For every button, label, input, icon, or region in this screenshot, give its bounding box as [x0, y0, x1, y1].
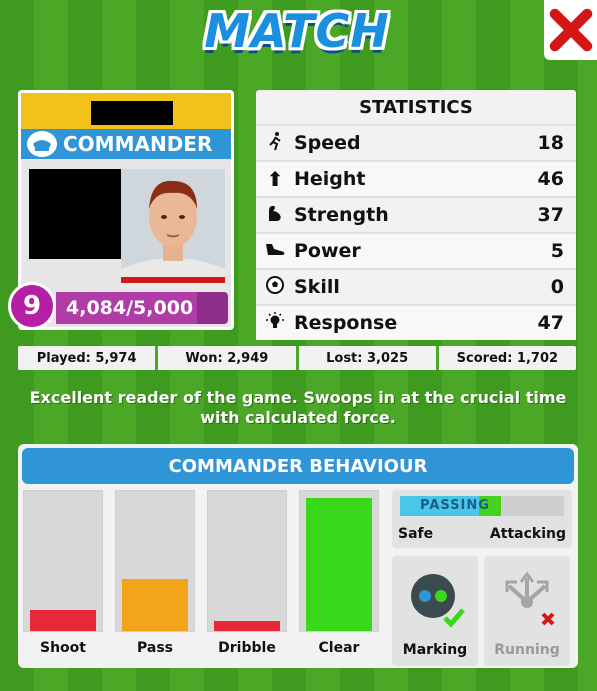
- running-arrows-icon: [505, 571, 555, 626]
- stat-value: 37: [537, 204, 564, 226]
- player-name-bar: [21, 93, 231, 129]
- close-button[interactable]: [544, 0, 597, 60]
- xp-text: 4,084/5,000: [66, 297, 194, 319]
- played-count: Played: 5,974: [36, 350, 137, 366]
- behaviour-title: COMMANDER BEHAVIOUR: [22, 448, 574, 484]
- shoot-bar[interactable]: Shoot: [22, 490, 104, 666]
- stat-row-speed: Speed 18: [256, 124, 576, 160]
- stat-value: 46: [537, 168, 564, 190]
- toggle-label: Marking: [402, 642, 468, 658]
- stat-row-response: Response 47: [256, 304, 576, 340]
- toggle-label: Running: [494, 642, 560, 658]
- stat-label: Response: [294, 312, 398, 334]
- redacted-photo: [29, 169, 121, 259]
- stat-value: 47: [537, 312, 564, 334]
- role-label: COMMANDER: [63, 132, 213, 156]
- bar-fill: [30, 610, 96, 631]
- bar-label: Pass: [137, 640, 173, 656]
- captain-hat-icon: [27, 131, 57, 157]
- statistics-panel: STATISTICS Speed 18 ⬆ Height 46 Strength…: [256, 90, 576, 340]
- stat-label: Speed: [294, 132, 361, 154]
- level-badge: 9: [8, 282, 56, 330]
- stat-row-power: Power 5: [256, 232, 576, 268]
- marking-icon: [411, 574, 465, 628]
- bar-fill: [306, 498, 372, 631]
- stat-row-skill: Skill 0: [256, 268, 576, 304]
- player-portrait: [121, 169, 225, 289]
- xp-bar: 4,084/5,000: [56, 292, 228, 324]
- stat-value: 0: [550, 276, 564, 298]
- bar-label: Dribble: [218, 640, 276, 656]
- page-title: MATCH: [204, 4, 390, 58]
- flexed-arm-icon: [256, 203, 294, 228]
- dribble-bar[interactable]: Dribble: [206, 490, 288, 666]
- clear-bar[interactable]: Clear: [298, 490, 380, 666]
- stat-value: 5: [550, 240, 564, 262]
- behaviour-bars: Shoot Pass Dribble Clear: [22, 490, 388, 666]
- role-description: Excellent reader of the game. Swoops in …: [29, 388, 567, 427]
- stat-label: Skill: [294, 276, 340, 298]
- safe-label: Safe: [398, 526, 434, 542]
- football-icon: [256, 275, 294, 300]
- bar-label: Clear: [318, 640, 360, 656]
- attacking-label: Attacking: [489, 526, 566, 542]
- boot-icon: [256, 239, 294, 263]
- passing-slider-track: PASSING: [400, 496, 564, 516]
- arrow-up-icon: ⬆: [266, 167, 284, 191]
- running-toggle[interactable]: Running: [484, 556, 570, 666]
- stat-label: Strength: [294, 204, 389, 226]
- behaviour-panel: COMMANDER BEHAVIOUR Shoot Pass Dribble C…: [18, 444, 578, 668]
- match-summary-bar: Played: 5,974 Won: 2,949 Lost: 3,025 Sco…: [18, 346, 576, 370]
- running-icon: [256, 131, 294, 156]
- redacted-player-name: [91, 101, 173, 125]
- stat-value: 18: [537, 132, 564, 154]
- role-bar: COMMANDER: [21, 129, 231, 159]
- bar-track: [115, 490, 195, 632]
- bar-track: [299, 490, 379, 632]
- passing-label: PASSING: [420, 498, 490, 513]
- scored-count: Scored: 1,702: [435, 346, 576, 370]
- bar-label: Shoot: [40, 640, 86, 656]
- pass-bar[interactable]: Pass: [114, 490, 196, 666]
- lost-count: Lost: 3,025: [295, 346, 436, 370]
- bar-track: [23, 490, 103, 632]
- passing-slider[interactable]: PASSING Safe Attacking: [392, 490, 572, 548]
- marking-toggle[interactable]: Marking: [392, 556, 478, 666]
- bar-fill: [122, 579, 188, 631]
- stat-row-strength: Strength 37: [256, 196, 576, 232]
- won-count: Won: 2,949: [155, 346, 295, 370]
- stat-label: Power: [294, 240, 361, 262]
- statistics-title: STATISTICS: [359, 96, 473, 118]
- close-icon: [549, 8, 592, 52]
- light-bulb-icon: [256, 311, 294, 336]
- stat-label: Height: [294, 168, 366, 190]
- bar-track: [207, 490, 287, 632]
- bar-fill: [214, 621, 280, 631]
- stat-row-height: ⬆ Height 46: [256, 160, 576, 196]
